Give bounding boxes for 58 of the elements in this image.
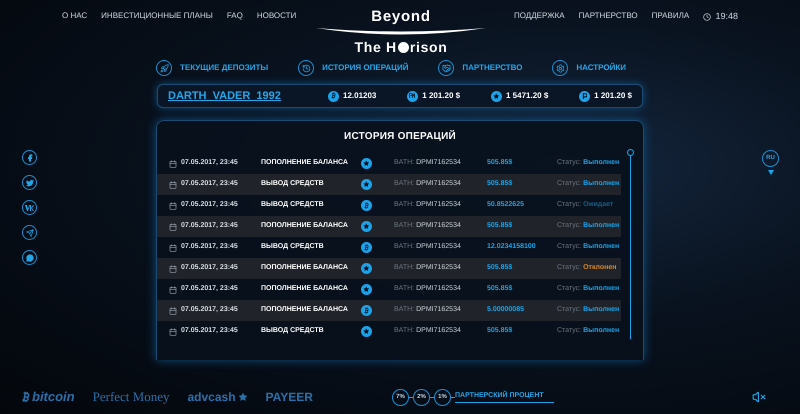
clock-time: 19:48: [715, 10, 738, 23]
star-coin-icon: [491, 90, 502, 102]
vk-icon[interactable]: [22, 200, 37, 215]
nav-link[interactable]: ИНВЕСТИЦИОННЫЕ ПЛАНЫ: [101, 10, 213, 22]
balance-amount: 1 201.20 $: [422, 90, 460, 102]
star-coin-icon: [361, 263, 372, 274]
telegram-icon[interactable]: [22, 225, 37, 240]
calendar-icon: [169, 306, 177, 314]
action-link[interactable]: ПАРТНЕРСТВО: [438, 60, 522, 76]
star-coin-icon: [361, 221, 372, 232]
payeer-logo: PAYEER: [266, 389, 313, 406]
username-link[interactable]: DARTH_VADER_1992: [168, 88, 328, 104]
nav-link[interactable]: ПАРТНЕРСТВО: [578, 10, 638, 22]
pm-coin-icon: [407, 90, 418, 102]
balance-amount: 1 201.20 $: [594, 90, 632, 102]
sound-off-icon[interactable]: [752, 390, 766, 404]
calendar-icon: [169, 286, 177, 294]
calendar-icon: [169, 222, 177, 230]
scrollbar[interactable]: [627, 149, 634, 339]
calendar-icon: [169, 328, 177, 336]
bitcoin-coin-icon: [361, 242, 372, 253]
bitcoin-coin-icon: [361, 305, 372, 316]
calendar-icon: [169, 180, 177, 188]
p-coin-icon: [579, 90, 590, 102]
logo[interactable]: Beyond The H rison: [306, 6, 496, 58]
nav-link[interactable]: FAQ: [226, 10, 243, 22]
handshake-icon: [438, 60, 454, 76]
nav-link[interactable]: О НАС: [62, 10, 88, 22]
advcash-logo: advcash: [188, 388, 248, 406]
rocket-icon: [156, 60, 172, 76]
star-coin-icon: [361, 326, 372, 337]
calendar-icon: [169, 160, 177, 168]
star-coin-icon: [361, 158, 372, 169]
gear-icon: [552, 60, 568, 76]
bitcoin-coin-icon: [328, 90, 339, 102]
nav-link[interactable]: ПОДДЕРЖКА: [514, 10, 565, 22]
clock-icon: [703, 12, 712, 21]
star-coin-icon: [361, 179, 372, 190]
action-link[interactable]: ИСТОРИЯ ОПЕРАЦИЙ: [298, 60, 408, 76]
bitcoin-logo: bitcoin: [20, 387, 75, 407]
calendar-icon: [169, 202, 177, 210]
action-link[interactable]: НАСТРОЙКИ: [552, 60, 626, 76]
dropdown-caret-icon: [768, 170, 774, 175]
bitcoin-coin-icon: [361, 200, 372, 211]
panel-title: ИСТОРИЯ ОПЕРАЦИЙ: [343, 129, 457, 144]
chat-icon[interactable]: [22, 250, 37, 265]
nav-link[interactable]: ПРАВИЛА: [652, 10, 690, 22]
history-icon: [298, 60, 314, 76]
facebook-icon[interactable]: [22, 150, 37, 165]
twitter-icon[interactable]: [22, 175, 37, 190]
calendar-icon: [169, 244, 177, 252]
balance-amount: 1 5471.20 $: [506, 90, 548, 102]
star-coin-icon: [361, 284, 372, 295]
balance-amount: 12.01203: [343, 90, 376, 102]
perfect-money-logo: Perfect Money: [92, 388, 170, 406]
nav-link[interactable]: НОВОСТИ: [256, 10, 296, 22]
calendar-icon: [169, 264, 177, 272]
action-link[interactable]: ТЕКУЩИЕ ДЕПОЗИТЫ: [156, 60, 268, 76]
